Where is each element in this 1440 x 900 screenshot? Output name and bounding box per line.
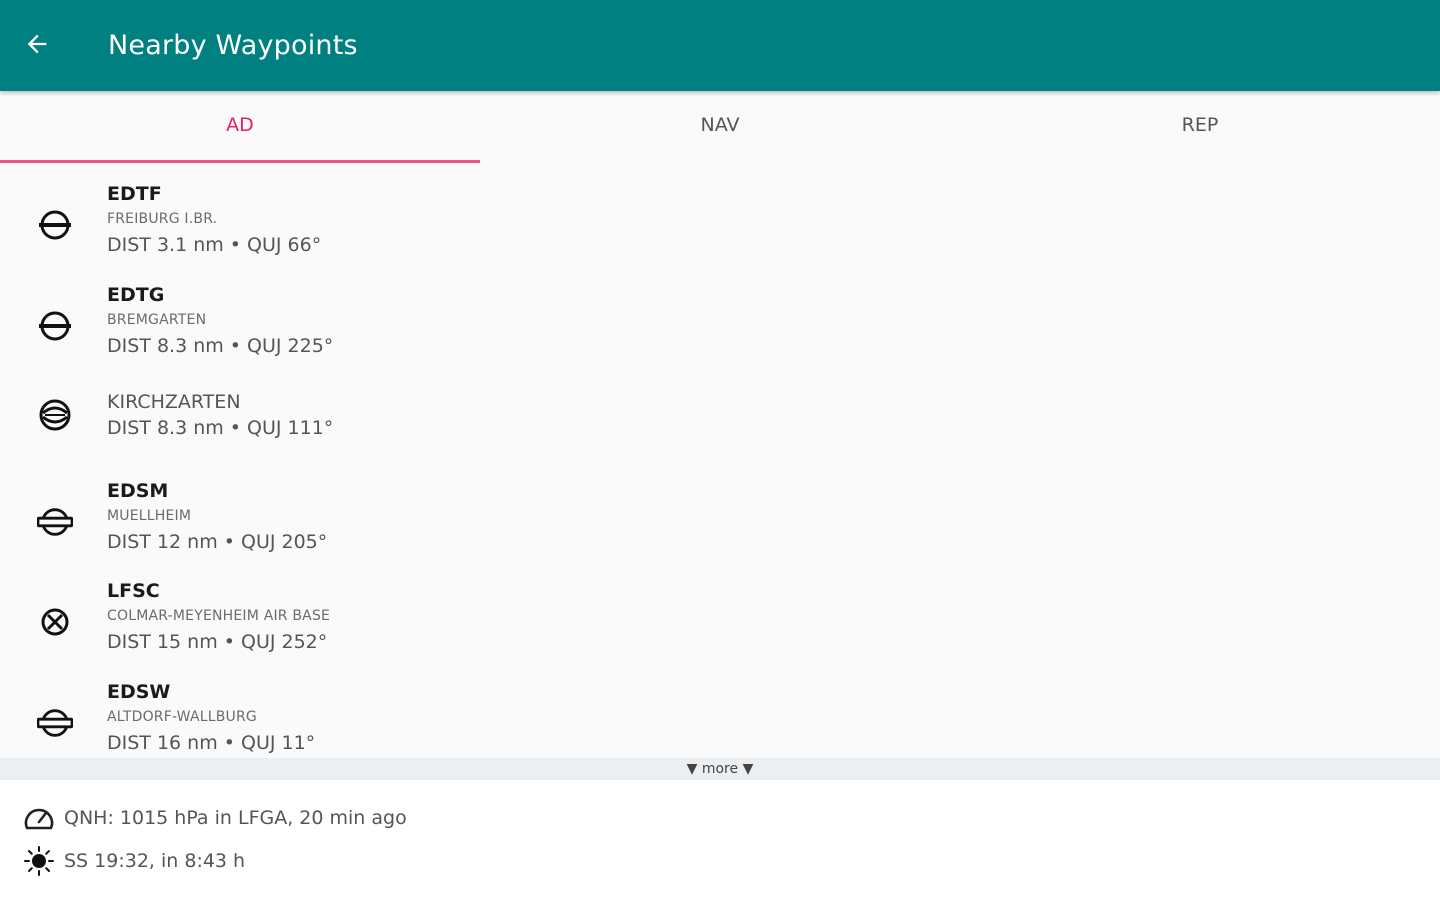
qnh-text: QNH: 1015 hPa in LFGA, 20 min ago [64, 807, 407, 829]
waypoint-ident: EDSM [107, 480, 169, 502]
glider-site-icon [37, 397, 73, 433]
page-title: Nearby Waypoints [108, 30, 358, 61]
waypoint-name: BREMGARTEN [107, 312, 207, 328]
airfield-icon [37, 308, 73, 344]
waypoint-name: KIRCHZARTEN [107, 391, 241, 413]
sun-icon [22, 844, 56, 878]
waypoint-distance: DIST 8.3 nm • QUJ 111° [107, 417, 334, 439]
gauge-icon [22, 801, 56, 835]
qnh-row[interactable]: QNH: 1015 hPa in LFGA, 20 min ago [22, 800, 407, 836]
waypoint-ident: EDTF [107, 183, 162, 205]
waypoint-row[interactable]: KIRCHZARTEN DIST 8.3 nm • QUJ 111° [0, 385, 1440, 445]
tab-ad[interactable]: AD [0, 91, 480, 163]
waypoint-row[interactable]: LFSC COLMAR-MEYENHEIM AIR BASE DIST 15 n… [0, 572, 1440, 662]
info-footer: QNH: 1015 hPa in LFGA, 20 min ago SS 19:… [0, 780, 1440, 900]
waypoint-list: EDTF FREIBURG I.BR. DIST 3.1 nm • QUJ 66… [0, 163, 1440, 760]
more-button[interactable]: ▼ more ▼ [0, 758, 1440, 780]
waypoint-ident: EDTG [107, 284, 165, 306]
waypoint-row[interactable]: EDSW ALTDORF-WALLBURG DIST 16 nm • QUJ 1… [0, 673, 1440, 760]
arrow-left-icon [23, 30, 51, 62]
waypoint-distance: DIST 15 nm • QUJ 252° [107, 631, 328, 653]
app-bar: Nearby Waypoints [0, 0, 1440, 91]
waypoint-name: COLMAR-MEYENHEIM AIR BASE [107, 608, 331, 624]
waypoint-text: LFSC COLMAR-MEYENHEIM AIR BASE DIST 15 n… [107, 579, 330, 655]
waypoint-name: ALTDORF-WALLBURG [107, 709, 257, 725]
waypoint-text: KIRCHZARTEN DIST 8.3 nm • QUJ 111° [107, 389, 333, 441]
tab-bar: AD NAV REP [0, 91, 1440, 163]
waypoint-name: FREIBURG I.BR. [107, 211, 218, 227]
waypoint-distance: DIST 12 nm • QUJ 205° [107, 531, 328, 553]
waypoint-row[interactable]: EDTG BREMGARTEN DIST 8.3 nm • QUJ 225° [0, 276, 1440, 366]
waypoint-row[interactable]: EDTF FREIBURG I.BR. DIST 3.1 nm • QUJ 66… [0, 175, 1440, 265]
waypoint-distance: DIST 8.3 nm • QUJ 225° [107, 335, 334, 357]
waypoint-text: EDSW ALTDORF-WALLBURG DIST 16 nm • QUJ 1… [107, 680, 315, 756]
waypoint-text: EDTG BREMGARTEN DIST 8.3 nm • QUJ 225° [107, 283, 333, 359]
waypoint-text: EDSM MUELLHEIM DIST 12 nm • QUJ 205° [107, 479, 327, 555]
waypoint-name: MUELLHEIM [107, 508, 192, 524]
tab-nav[interactable]: NAV [480, 91, 960, 163]
back-button[interactable] [0, 0, 74, 91]
waypoint-distance: DIST 16 nm • QUJ 11° [107, 732, 316, 754]
waypoint-row[interactable]: EDSM MUELLHEIM DIST 12 nm • QUJ 205° [0, 472, 1440, 562]
sunset-row[interactable]: SS 19:32, in 8:43 h [22, 843, 245, 879]
sunset-text: SS 19:32, in 8:43 h [64, 850, 246, 872]
military-airfield-icon [37, 604, 73, 640]
waypoint-ident: EDSW [107, 681, 171, 703]
waypoint-text: EDTF FREIBURG I.BR. DIST 3.1 nm • QUJ 66… [107, 182, 321, 258]
waypoint-ident: LFSC [107, 580, 160, 602]
tab-rep[interactable]: REP [960, 91, 1440, 163]
airfield-icon [37, 504, 73, 540]
waypoint-distance: DIST 3.1 nm • QUJ 66° [107, 234, 322, 256]
airfield-icon [37, 705, 73, 741]
airfield-icon [37, 207, 73, 243]
